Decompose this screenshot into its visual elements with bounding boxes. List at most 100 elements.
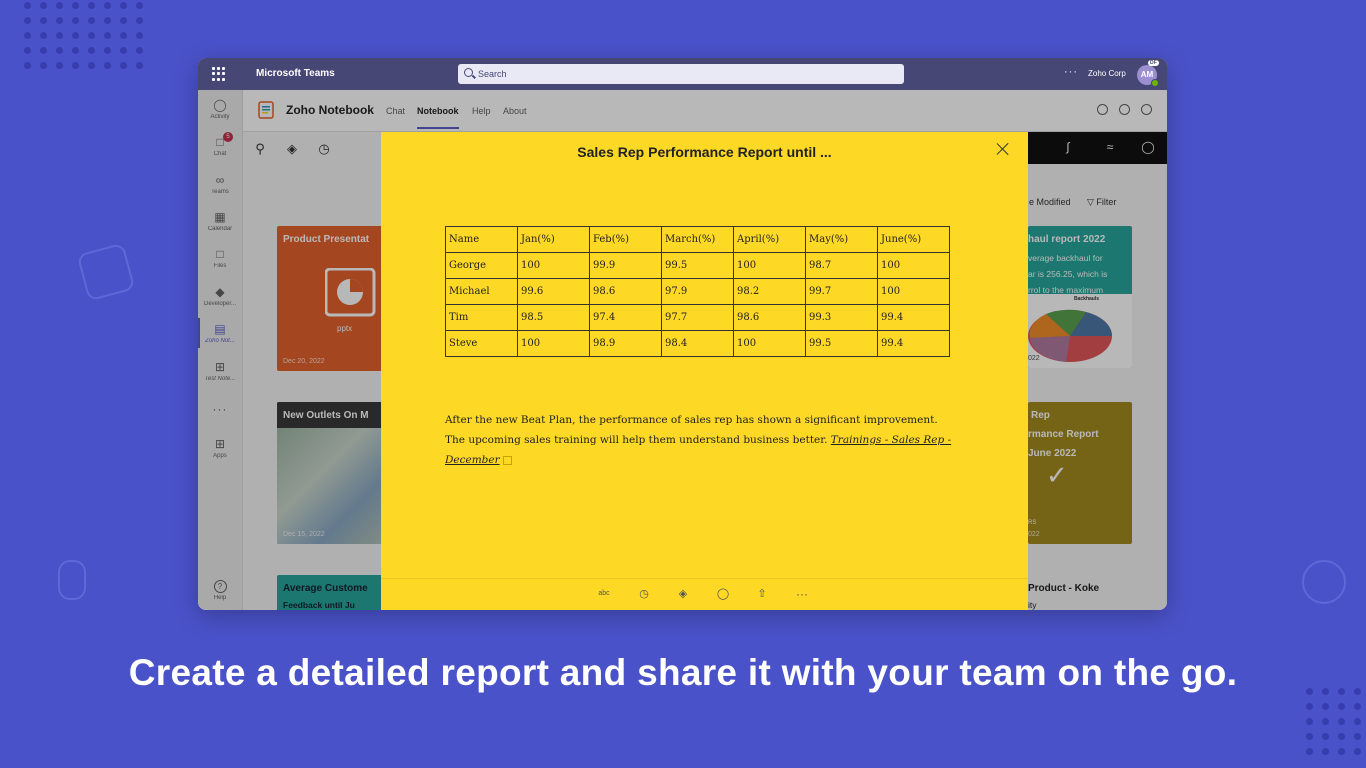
organization-name[interactable]: Zoho Corp: [1088, 69, 1126, 78]
background-dot: [1322, 718, 1329, 725]
background-dot: [1306, 703, 1313, 710]
background-mic-shape: [58, 560, 86, 600]
table-cell: 100: [877, 252, 950, 279]
table-cell: Michael: [445, 278, 518, 305]
table-cell: Steve: [445, 330, 518, 357]
note-title: Sales Rep Performance Report until ...: [577, 144, 832, 160]
table-cell: 100: [517, 330, 590, 357]
paint-bucket-icon[interactable]: ◈: [676, 587, 690, 601]
background-dot: [104, 47, 111, 54]
table-header-cell: Feb(%): [589, 226, 662, 253]
background-dot: [120, 32, 127, 39]
search-placeholder: Search: [478, 69, 507, 79]
background-dot: [120, 62, 127, 69]
background-dot: [56, 17, 63, 24]
background-dot: [56, 2, 63, 9]
background-dot: [72, 47, 79, 54]
background-dot: [1306, 718, 1313, 725]
background-dot: [104, 62, 111, 69]
close-icon[interactable]: [996, 142, 1010, 156]
table-header-cell: Name: [445, 226, 518, 253]
background-dot: [1322, 703, 1329, 710]
table-cell: 99.3: [805, 304, 878, 331]
background-dot: [136, 2, 143, 9]
note-action-bar: abc ◷ ◈ ◯ ⇧ ···: [381, 578, 1028, 610]
table-cell: 99.4: [877, 304, 950, 331]
note-viewer-modal: Sales Rep Performance Report until ... N…: [381, 132, 1028, 610]
background-dot: [136, 17, 143, 24]
background-dot: [88, 17, 95, 24]
background-dot: [1306, 748, 1313, 755]
background-dot: [104, 32, 111, 39]
table-header-cell: June(%): [877, 226, 950, 253]
background-dot: [1354, 733, 1361, 740]
table-cell: 99.5: [661, 252, 734, 279]
marketing-caption: Create a detailed report and share it wi…: [128, 652, 1238, 693]
table-cell: 98.6: [733, 304, 806, 331]
background-dot: [24, 32, 31, 39]
search-icon: [464, 68, 473, 77]
table-cell: 99.6: [517, 278, 590, 305]
teams-window: Microsoft Teams Search ··· Zoho Corp AM …: [198, 58, 1167, 610]
settings-more-icon[interactable]: ···: [1064, 66, 1078, 78]
teams-search-input[interactable]: Search: [458, 64, 904, 84]
table-cell: George: [445, 252, 518, 279]
background-dot: [120, 47, 127, 54]
table-cell: Tim: [445, 304, 518, 331]
background-dot: [40, 17, 47, 24]
background-dot: [120, 2, 127, 9]
table-row: Steve 100 98.9 98.4 100 99.5 99.4: [445, 330, 950, 357]
background-dot: [40, 2, 47, 9]
table-cell: 98.4: [661, 330, 734, 357]
background-dot: [88, 47, 95, 54]
table-row: Michael 99.6 98.6 97.9 98.2 99.7 100: [445, 278, 950, 305]
background-dot: [40, 47, 47, 54]
background-dot: [88, 32, 95, 39]
share-user-icon[interactable]: ◯: [716, 587, 730, 601]
export-icon[interactable]: ⇧: [755, 587, 769, 601]
table-cell: 97.9: [661, 278, 734, 305]
background-dot: [24, 17, 31, 24]
background-dot: [72, 17, 79, 24]
presence-available-icon: [1151, 79, 1159, 87]
background-dot: [56, 47, 63, 54]
background-dot: [56, 62, 63, 69]
table-header-cell: April(%): [733, 226, 806, 253]
background-dot: [72, 2, 79, 9]
table-cell: 98.2: [733, 278, 806, 305]
table-cell: 98.7: [805, 252, 878, 279]
app-launcher-icon[interactable]: [212, 67, 226, 81]
table-cell: 97.4: [589, 304, 662, 331]
sales-performance-table: Name Jan(%) Feb(%) March(%) April(%) May(%) Ju…: [445, 226, 950, 357]
table-cell: 98.9: [589, 330, 662, 357]
alarm-icon[interactable]: ◷: [637, 587, 651, 601]
table-cell: 100: [877, 278, 950, 305]
background-dot-pattern-bottom-right: (function(){var c=document.currentScript…: [1306, 688, 1366, 768]
table-cell: 99.7: [805, 278, 878, 305]
background-dot: [1338, 718, 1345, 725]
more-icon[interactable]: ···: [795, 587, 809, 601]
background-dot: [1322, 733, 1329, 740]
background-dot: [88, 62, 95, 69]
background-dot: [1338, 733, 1345, 740]
table-header-cell: Jan(%): [517, 226, 590, 253]
table-cell: 100: [733, 252, 806, 279]
background-dot-pattern-top-left: (function(){var c=document.currentScript…: [24, 2, 144, 82]
background-dot: [104, 2, 111, 9]
spellcheck-icon[interactable]: abc: [597, 587, 611, 601]
table-cell: 100: [517, 252, 590, 279]
background-people-shape: [1302, 560, 1346, 604]
background-checkbox-shape: [76, 242, 136, 302]
background-dot: [24, 47, 31, 54]
background-dot: [136, 62, 143, 69]
teams-app-name: Microsoft Teams: [256, 68, 335, 79]
table-cell: 99.9: [589, 252, 662, 279]
table-cell: 100: [733, 330, 806, 357]
note-link-icon: [502, 455, 512, 465]
background-dot: [1338, 748, 1345, 755]
background-dot: [1354, 748, 1361, 755]
table-cell: 99.4: [877, 330, 950, 357]
table-header-cell: May(%): [805, 226, 878, 253]
table-cell: 97.7: [661, 304, 734, 331]
table-row: Tim 98.5 97.4 97.7 98.6 99.3 99.4: [445, 304, 950, 331]
